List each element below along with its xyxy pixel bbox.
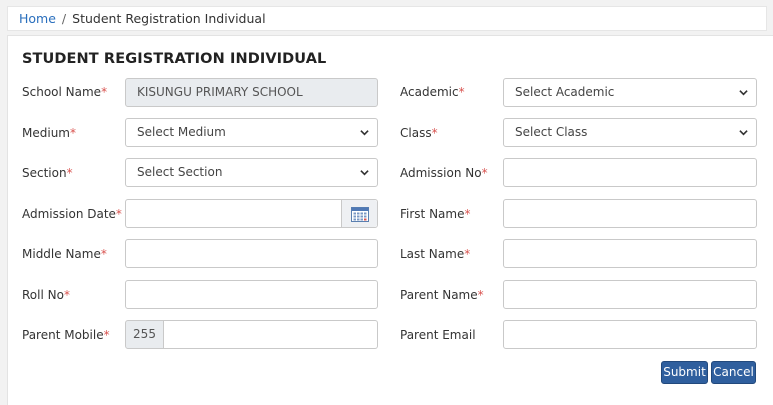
middle-name-label: Middle Name* bbox=[22, 247, 107, 261]
first-name-label: First Name* bbox=[400, 207, 471, 221]
chevron-down-icon bbox=[360, 130, 369, 136]
parent-mobile-input[interactable] bbox=[164, 320, 378, 349]
school-name-value: KISUNGU PRIMARY SCHOOL bbox=[137, 85, 303, 99]
academic-selected-value: Select Academic bbox=[515, 85, 615, 99]
medium-select[interactable]: Select Medium bbox=[125, 118, 378, 147]
parent-email-input[interactable] bbox=[503, 320, 757, 349]
parent-name-label: Parent Name* bbox=[400, 288, 484, 302]
first-name-input[interactable] bbox=[503, 199, 757, 228]
parent-mobile-label: Parent Mobile* bbox=[22, 328, 110, 342]
parent-email-label: Parent Email bbox=[400, 328, 476, 342]
registration-panel: STUDENT REGISTRATION INDIVIDUAL School N… bbox=[7, 35, 773, 405]
class-select[interactable]: Select Class bbox=[503, 118, 757, 147]
breadcrumb-home-link[interactable]: Home bbox=[19, 11, 56, 26]
breadcrumb-separator: / bbox=[61, 11, 67, 26]
admission-no-input[interactable] bbox=[503, 158, 757, 187]
academic-label: Academic* bbox=[400, 85, 465, 99]
medium-selected-value: Select Medium bbox=[137, 125, 226, 139]
last-name-input[interactable] bbox=[503, 239, 757, 268]
roll-no-label: Roll No* bbox=[22, 288, 70, 302]
parent-name-input[interactable] bbox=[503, 280, 757, 309]
admission-date-input[interactable] bbox=[125, 199, 378, 228]
class-label: Class* bbox=[400, 126, 438, 140]
admission-date-label: Admission Date* bbox=[22, 207, 122, 221]
middle-name-input[interactable] bbox=[125, 239, 378, 268]
calendar-icon bbox=[351, 207, 369, 222]
medium-label: Medium* bbox=[22, 126, 76, 140]
chevron-down-icon bbox=[739, 130, 748, 136]
school-name-label: School Name* bbox=[22, 85, 108, 99]
school-name-field: KISUNGU PRIMARY SCHOOL bbox=[125, 78, 378, 107]
breadcrumb-current: Student Registration Individual bbox=[72, 11, 266, 26]
chevron-down-icon bbox=[360, 170, 369, 176]
cancel-button[interactable]: Cancel bbox=[711, 361, 756, 384]
section-selected-value: Select Section bbox=[137, 165, 223, 179]
admission-no-label: Admission No* bbox=[400, 166, 488, 180]
page-title: STUDENT REGISTRATION INDIVIDUAL bbox=[22, 51, 327, 67]
breadcrumb: Home / Student Registration Individual bbox=[7, 6, 767, 31]
chevron-down-icon bbox=[739, 90, 748, 96]
section-label: Section* bbox=[22, 166, 73, 180]
date-picker-button[interactable] bbox=[341, 200, 377, 227]
section-select[interactable]: Select Section bbox=[125, 158, 378, 187]
academic-select[interactable]: Select Academic bbox=[503, 78, 757, 107]
last-name-label: Last Name* bbox=[400, 247, 471, 261]
country-code-prefix: 255 bbox=[125, 320, 164, 349]
roll-no-input[interactable] bbox=[125, 280, 378, 309]
submit-button[interactable]: Submit bbox=[661, 361, 708, 384]
class-selected-value: Select Class bbox=[515, 125, 588, 139]
